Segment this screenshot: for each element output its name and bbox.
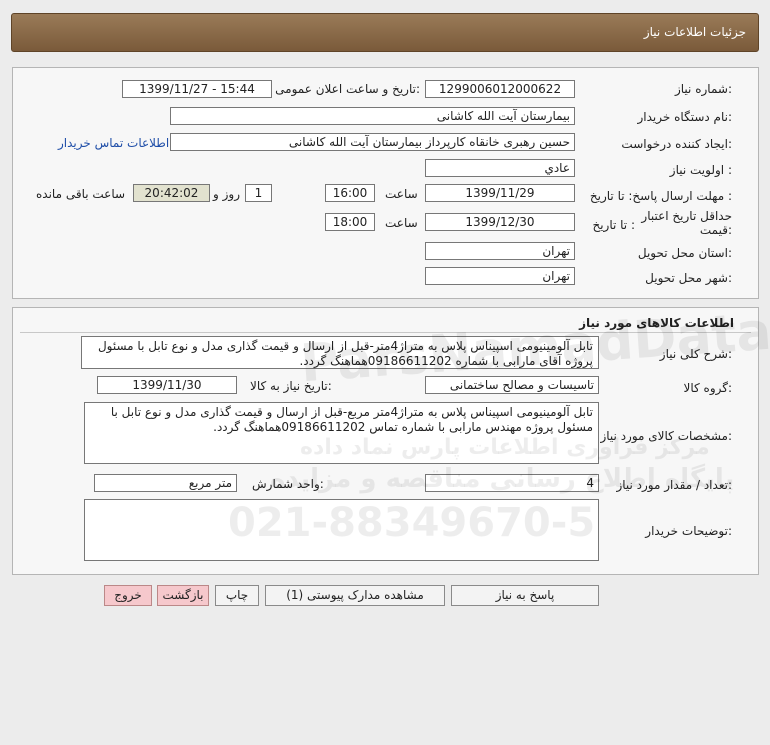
qty-label: تعداد / مقدار مورد نیاز: [616, 478, 732, 492]
province-field: تهران [425, 242, 575, 260]
attachments-button[interactable]: مشاهده مدارک پیوستی (1) [265, 585, 445, 606]
price-valid-time-label: ساعت [385, 216, 418, 230]
group-field: تاسیسات و مصالح ساختمانی [425, 376, 599, 394]
creator-field: حسین رهبری خانقاه کارپرداز بیمارستان آیت… [170, 133, 575, 151]
price-valid-date-field: 1399/12/30 [425, 213, 575, 231]
remaining-time-field: 20:42:02 [133, 184, 210, 202]
page-header: جزئیات اطلاعات نیاز [11, 13, 759, 52]
announce-field: 1399/11/27 - 15:44 [122, 80, 272, 98]
page-title: جزئیات اطلاعات نیاز [643, 25, 746, 39]
specs-field: تابل آلومینیومی اسپیناس پلاس به متراژ4مت… [84, 402, 599, 464]
print-button[interactable]: چاپ [215, 585, 259, 606]
need-date-field: 1399/11/30 [97, 376, 237, 394]
city-label: شهر محل تحویل: [645, 271, 732, 285]
need-info-panel [12, 67, 759, 299]
deadline-time-field: 16:00 [325, 184, 375, 202]
buyer-notes-field [84, 499, 599, 561]
exit-button[interactable]: خروج [104, 585, 152, 606]
back-button[interactable]: بازگشت [157, 585, 209, 606]
general-desc-label: شرح کلی نیاز: [659, 347, 732, 361]
days-label: روز و [213, 187, 240, 201]
price-valid-time-field: 18:00 [325, 213, 375, 231]
need-date-label: تاریخ نیاز به کالا: [250, 379, 332, 393]
price-valid-label-2: قیمت: [699, 223, 732, 237]
until-date-label: تا تاریخ : [592, 218, 635, 232]
announce-label: تاریخ و ساعت اعلان عمومی: [275, 82, 420, 96]
buyer-contact-link[interactable]: اطلاعات تماس خریدار [58, 136, 169, 150]
buyer-org-field: بیمارستان آیت الله کاشانی [170, 107, 575, 125]
need-number-label: شماره نیاز: [674, 82, 732, 96]
province-label: استان محل تحویل: [637, 246, 732, 260]
deadline-time-label: ساعت [385, 187, 418, 201]
priority-field: عادي [425, 159, 575, 177]
qty-field: 4 [425, 474, 599, 492]
days-field: 1 [245, 184, 272, 202]
remaining-label: ساعت باقی مانده [36, 187, 126, 201]
general-desc-field: تابل آلومینیومی اسپیناس پلاس به متراژ4مت… [81, 336, 599, 369]
need-number-field: 1299006012000622 [425, 80, 575, 98]
buyer-notes-label: توضیحات خریدار: [645, 524, 732, 538]
deadline-label: مهلت ارسال پاسخ: تا تاریخ : [589, 189, 732, 203]
price-valid-label-1: حداقل تاریخ اعتبار [641, 209, 732, 223]
unit-field: متر مربع [94, 474, 237, 492]
specs-label: مشخصات کالای مورد نیاز: [600, 429, 732, 443]
city-field: تهران [425, 267, 575, 285]
creator-label: ایجاد کننده درخواست: [621, 137, 732, 151]
buyer-org-label: نام دستگاه خریدار: [637, 110, 733, 124]
reply-button[interactable]: پاسخ به نیاز [451, 585, 599, 606]
unit-label: واحد شمارش: [252, 477, 324, 491]
section-divider [20, 332, 751, 333]
group-label: گروه کالا: [683, 381, 733, 395]
priority-label: اولویت نیاز : [669, 163, 732, 177]
goods-section-title: اطلاعات کالاهای مورد نیاز [579, 316, 734, 330]
deadline-date-field: 1399/11/29 [425, 184, 575, 202]
